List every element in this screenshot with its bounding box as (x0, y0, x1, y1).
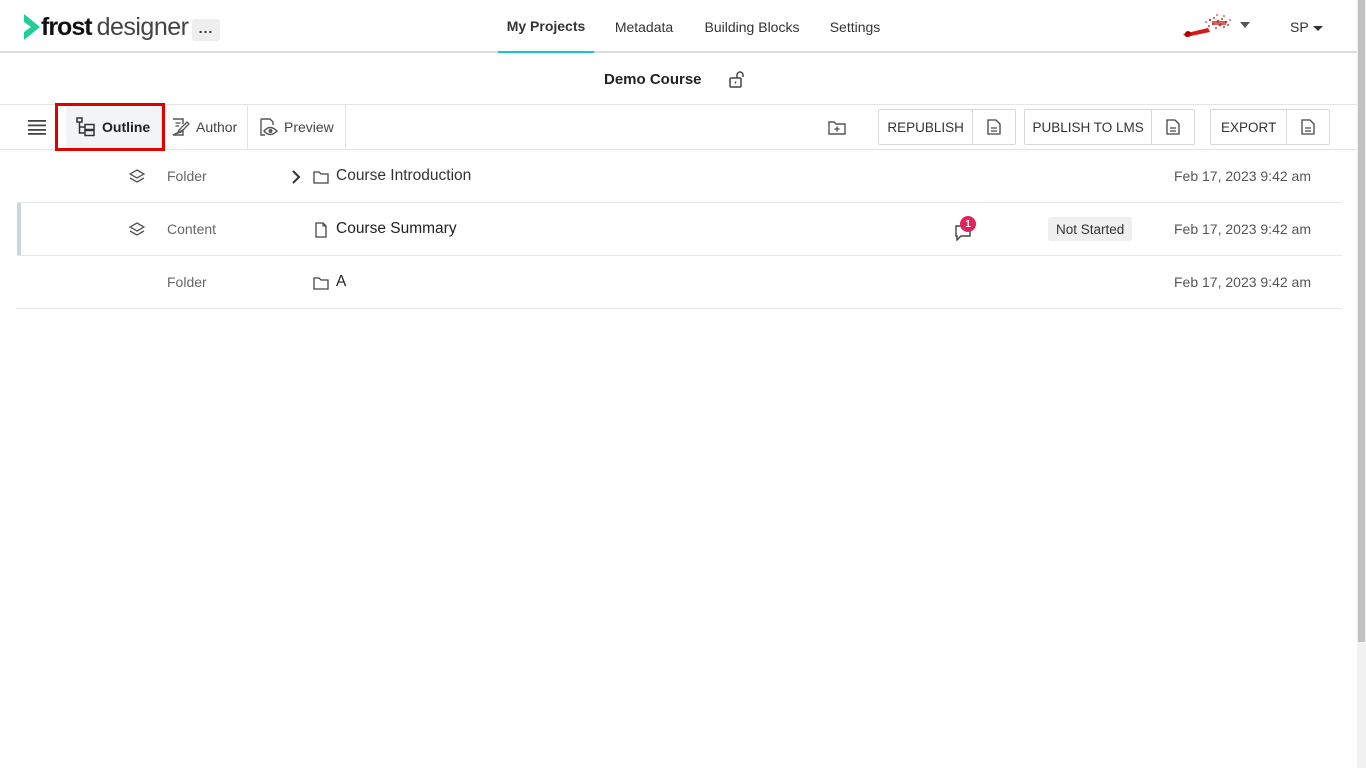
folder-icon (313, 277, 329, 290)
status-badge[interactable]: Not Started (1048, 217, 1133, 241)
preview-eye-icon (260, 118, 278, 136)
top-navigation-bar: frost designer ... My Projects Metadata … (0, 0, 1357, 53)
republish-button[interactable]: REPUBLISH (879, 110, 974, 144)
tab-outline-label: Outline (102, 119, 151, 135)
comment-count-badge: 1 (960, 216, 976, 232)
tab-preview[interactable]: Preview (248, 105, 346, 149)
document-icon (1166, 119, 1180, 135)
nav-my-projects[interactable]: My Projects (498, 0, 594, 53)
organization-logo[interactable] (1180, 12, 1236, 40)
row-date: Feb 17, 2023 9:42 am (1174, 274, 1311, 290)
author-edit-icon (172, 118, 190, 136)
export-button-group: EXPORT (1210, 109, 1330, 145)
row-type: Content (167, 221, 217, 237)
tab-preview-label: Preview (284, 119, 334, 135)
row-name[interactable]: A (336, 273, 346, 291)
republish-log-button[interactable] (973, 110, 1015, 144)
vertical-scrollbar[interactable] (1357, 0, 1366, 768)
document-icon (1301, 119, 1315, 135)
folder-icon (313, 171, 329, 184)
row-type: Folder (167, 168, 207, 184)
nav-settings[interactable]: Settings (822, 0, 888, 53)
chevron-right-icon[interactable] (291, 170, 301, 184)
document-icon (987, 119, 1001, 135)
row-type: Folder (167, 274, 207, 290)
course-title-bar: Demo Course (0, 53, 1357, 105)
table-row[interactable]: Folder Course Introduction Feb 17, 2023 … (17, 150, 1342, 203)
publish-log-button[interactable] (1152, 110, 1194, 144)
table-row[interactable]: Content Course Summary 1 Not Started Feb… (17, 203, 1342, 256)
course-title: Demo Course (604, 71, 702, 88)
logo-text-designer: designer (96, 12, 189, 41)
tab-author-label: Author (196, 119, 238, 135)
table-row[interactable]: Folder A Feb 17, 2023 9:42 am (17, 256, 1342, 309)
document-icon (315, 222, 327, 238)
publish-to-lms-button[interactable]: PUBLISH TO LMS (1025, 110, 1153, 144)
layers-icon[interactable] (129, 222, 145, 238)
user-menu[interactable]: SP (1290, 19, 1309, 35)
row-name[interactable]: Course Introduction (336, 167, 471, 185)
row-date: Feb 17, 2023 9:42 am (1174, 221, 1311, 237)
org-dropdown-caret-icon[interactable] (1240, 22, 1250, 28)
row-name[interactable]: Course Summary (336, 220, 457, 238)
outline-tree-icon (76, 117, 95, 137)
hamburger-menu-icon[interactable] (28, 119, 46, 135)
tab-author[interactable]: Author (162, 105, 248, 149)
scrollbar-thumb[interactable] (1358, 0, 1365, 642)
republish-button-group: REPUBLISH (878, 109, 1016, 145)
tab-outline[interactable]: Outline (66, 105, 162, 149)
row-date: Feb 17, 2023 9:42 am (1174, 168, 1311, 184)
export-button[interactable]: EXPORT (1211, 110, 1288, 144)
logo-text-frost: frost (41, 12, 93, 41)
nav-building-blocks[interactable]: Building Blocks (698, 0, 806, 53)
editor-toolbar: Outline Author Preview REPUBLISH PUBLISH… (0, 105, 1357, 150)
logo-chevron-icon (24, 14, 40, 40)
frost-designer-logo[interactable]: frost designer (22, 12, 189, 41)
unlock-icon[interactable] (728, 70, 746, 88)
user-dropdown-caret-icon[interactable] (1313, 26, 1323, 31)
add-folder-icon[interactable] (828, 119, 846, 135)
export-log-button[interactable] (1287, 110, 1329, 144)
nav-metadata[interactable]: Metadata (606, 0, 682, 53)
publish-lms-button-group: PUBLISH TO LMS (1024, 109, 1195, 145)
layers-icon[interactable] (129, 169, 145, 185)
more-options-button[interactable]: ... (192, 19, 220, 41)
